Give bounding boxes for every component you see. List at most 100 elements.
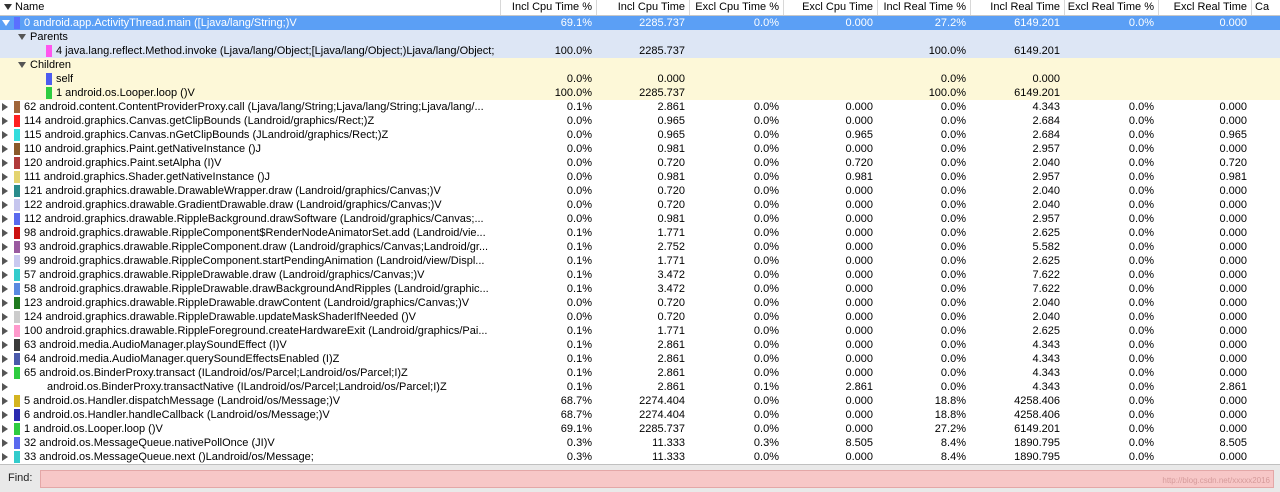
disclosure-collapsed-icon[interactable] (2, 187, 8, 195)
table-row[interactable]: 62 android.content.ContentProviderProxy.… (0, 100, 1280, 114)
table-row[interactable]: 120 android.graphics.Paint.setAlpha (I)V… (0, 156, 1280, 170)
cell-incl-cpu-pct: 0.1% (566, 283, 592, 295)
disclosure-collapsed-icon[interactable] (2, 215, 8, 223)
cell-incl-real: 2.040 (1032, 185, 1060, 197)
column-incl-cpu-pct-header[interactable]: Incl Cpu Time % (500, 0, 596, 15)
group-row-parents[interactable]: Parents (0, 30, 1280, 44)
disclosure-collapsed-icon[interactable] (2, 411, 8, 419)
column-excl-cpu-header[interactable]: Excl Cpu Time (783, 0, 877, 15)
cell-excl-real-pct: 0.0% (1128, 325, 1154, 337)
disclosure-collapsed-icon[interactable] (2, 341, 8, 349)
cell-excl-cpu-pct: 0.0% (753, 227, 779, 239)
table-row[interactable]: 4 java.lang.reflect.Method.invoke (Ljava… (0, 44, 1280, 58)
method-name: 93 android.graphics.drawable.RippleCompo… (24, 241, 489, 253)
disclosure-collapsed-icon[interactable] (2, 145, 8, 153)
table-row[interactable]: 111 android.graphics.Shader.getNativeIns… (0, 170, 1280, 184)
cell-incl-real-pct: 0.0% (940, 283, 966, 295)
column-incl-cpu-header[interactable]: Incl Cpu Time (596, 0, 689, 15)
table-row[interactable]: 33 android.os.MessageQueue.next ()Landro… (0, 450, 1280, 464)
cell-incl-real-pct: 8.4% (940, 437, 966, 449)
cell-excl-real-pct: 0.0% (1128, 423, 1154, 435)
table-row[interactable]: 58 android.graphics.drawable.RippleDrawa… (0, 282, 1280, 296)
disclosure-collapsed-icon[interactable] (2, 383, 8, 391)
disclosure-collapsed-icon[interactable] (2, 369, 8, 377)
table-row[interactable]: 123 android.graphics.drawable.RippleDraw… (0, 296, 1280, 310)
table-row[interactable]: 114 android.graphics.Canvas.getClipBound… (0, 114, 1280, 128)
cell-incl-cpu-pct: 0.0% (566, 115, 592, 127)
table-row[interactable]: 122 android.graphics.drawable.GradientDr… (0, 198, 1280, 212)
disclosure-collapsed-icon[interactable] (2, 271, 8, 279)
table-row[interactable]: 112 android.graphics.drawable.RippleBack… (0, 212, 1280, 226)
cell-excl-real-pct: 0.0% (1128, 269, 1154, 281)
cell-incl-cpu: 0.720 (657, 157, 685, 169)
disclosure-collapsed-icon[interactable] (2, 257, 8, 265)
cell-excl-real-pct: 0.0% (1128, 339, 1154, 351)
column-excl-real-header[interactable]: Excl Real Time (1158, 0, 1251, 15)
table-row[interactable]: 6 android.os.Handler.handleCallback (Lan… (0, 408, 1280, 422)
table-row[interactable]: 121 android.graphics.drawable.DrawableWr… (0, 184, 1280, 198)
cell-incl-real-pct: 0.0% (940, 213, 966, 225)
cell-excl-real: 0.000 (1219, 227, 1247, 239)
column-excl-cpu-pct-header[interactable]: Excl Cpu Time % (689, 0, 783, 15)
disclosure-expanded-icon[interactable] (2, 20, 10, 26)
table-row[interactable]: 100 android.graphics.drawable.RippleFore… (0, 324, 1280, 338)
disclosure-collapsed-icon[interactable] (2, 159, 8, 167)
find-input[interactable] (40, 470, 1274, 488)
cell-excl-cpu-pct: 0.0% (753, 157, 779, 169)
table-row[interactable]: 63 android.media.AudioManager.playSoundE… (0, 338, 1280, 352)
method-color-swatch (14, 227, 20, 239)
cell-excl-cpu: 0.000 (845, 269, 873, 281)
table-row[interactable]: 98 android.graphics.drawable.RippleCompo… (0, 226, 1280, 240)
method-name: 123 android.graphics.drawable.RippleDraw… (24, 297, 470, 309)
disclosure-collapsed-icon[interactable] (2, 425, 8, 433)
method-color-swatch (14, 395, 20, 407)
cell-excl-real: 0.000 (1219, 101, 1247, 113)
disclosure-collapsed-icon[interactable] (2, 117, 8, 125)
table-row[interactable]: 65 android.os.BinderProxy.transact (ILan… (0, 366, 1280, 380)
disclosure-collapsed-icon[interactable] (2, 285, 8, 293)
disclosure-expanded-icon[interactable] (18, 62, 26, 68)
disclosure-expanded-icon[interactable] (18, 34, 26, 40)
table-row[interactable]: 115 android.graphics.Canvas.nGetClipBoun… (0, 128, 1280, 142)
column-incl-real-pct-header[interactable]: Incl Real Time % (877, 0, 970, 15)
disclosure-collapsed-icon[interactable] (2, 299, 8, 307)
table-row[interactable]: 32 android.os.MessageQueue.nativePollOnc… (0, 436, 1280, 450)
column-excl-real-pct-header[interactable]: Excl Real Time % (1064, 0, 1158, 15)
method-name: 120 android.graphics.Paint.setAlpha (I)V (24, 157, 222, 169)
disclosure-collapsed-icon[interactable] (2, 131, 8, 139)
table-row[interactable]: 1 android.os.Looper.loop ()V 69.1% 2285.73… (0, 422, 1280, 436)
table-row[interactable]: 5 android.os.Handler.dispatchMessage (La… (0, 394, 1280, 408)
table-row[interactable]: 1 android.os.Looper.loop ()V 100.0% 2285.7… (0, 86, 1280, 100)
cell-excl-cpu-pct: 0.0% (753, 171, 779, 183)
disclosure-collapsed-icon[interactable] (2, 355, 8, 363)
table-row[interactable]: android.os.BinderProxy.transactNative (I… (0, 380, 1280, 394)
table-row[interactable]: 57 android.graphics.drawable.RippleDrawa… (0, 268, 1280, 282)
column-incl-real-header[interactable]: Incl Real Time (970, 0, 1064, 15)
group-row-children[interactable]: Children (0, 58, 1280, 72)
disclosure-collapsed-icon[interactable] (2, 327, 8, 335)
disclosure-collapsed-icon[interactable] (2, 103, 8, 111)
table-row[interactable]: self 0.0% 0.000 0.0% 0.000 (0, 72, 1280, 86)
table-row[interactable]: 0 android.app.ActivityThread.main ([Ljav… (0, 16, 1280, 30)
disclosure-collapsed-icon[interactable] (2, 397, 8, 405)
disclosure-collapsed-icon[interactable] (2, 243, 8, 251)
table-row[interactable]: 124 android.graphics.drawable.RippleDraw… (0, 310, 1280, 324)
disclosure-collapsed-icon[interactable] (2, 173, 8, 181)
cell-excl-real-pct: 0.0% (1128, 353, 1154, 365)
column-name-header[interactable]: Name (0, 0, 500, 15)
disclosure-collapsed-icon[interactable] (2, 313, 8, 321)
disclosure-collapsed-icon[interactable] (2, 439, 8, 447)
table-row[interactable]: 110 android.graphics.Paint.getNativeInst… (0, 142, 1280, 156)
cell-incl-real: 2.625 (1032, 227, 1060, 239)
table-row[interactable]: 64 android.media.AudioManager.querySound… (0, 352, 1280, 366)
cell-excl-cpu-pct: 0.0% (753, 199, 779, 211)
table-row[interactable]: 93 android.graphics.drawable.RippleCompo… (0, 240, 1280, 254)
disclosure-collapsed-icon[interactable] (2, 229, 8, 237)
disclosure-collapsed-icon[interactable] (2, 453, 8, 461)
cell-excl-real: 0.000 (1219, 353, 1247, 365)
cell-excl-cpu: 8.505 (845, 437, 873, 449)
disclosure-collapsed-icon[interactable] (2, 201, 8, 209)
method-name: 33 android.os.MessageQueue.next ()Landro… (24, 451, 314, 463)
table-row[interactable]: 99 android.graphics.drawable.RippleCompo… (0, 254, 1280, 268)
column-calls-header[interactable]: Ca (1251, 0, 1280, 15)
